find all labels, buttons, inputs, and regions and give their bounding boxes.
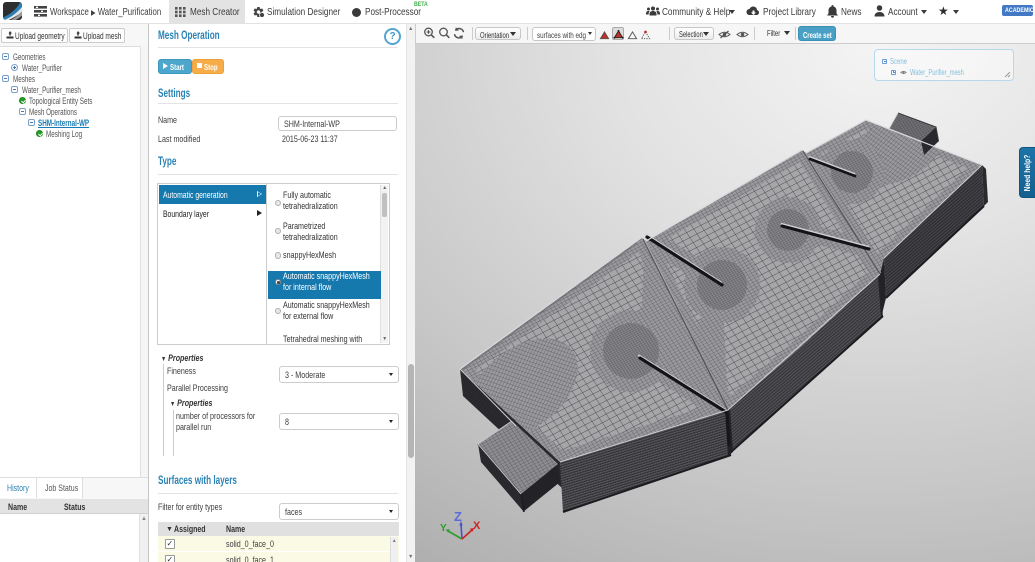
svg-text:X: X	[473, 520, 481, 532]
svg-text:Y: Y	[440, 523, 447, 534]
svg-text:Z: Z	[454, 509, 462, 524]
